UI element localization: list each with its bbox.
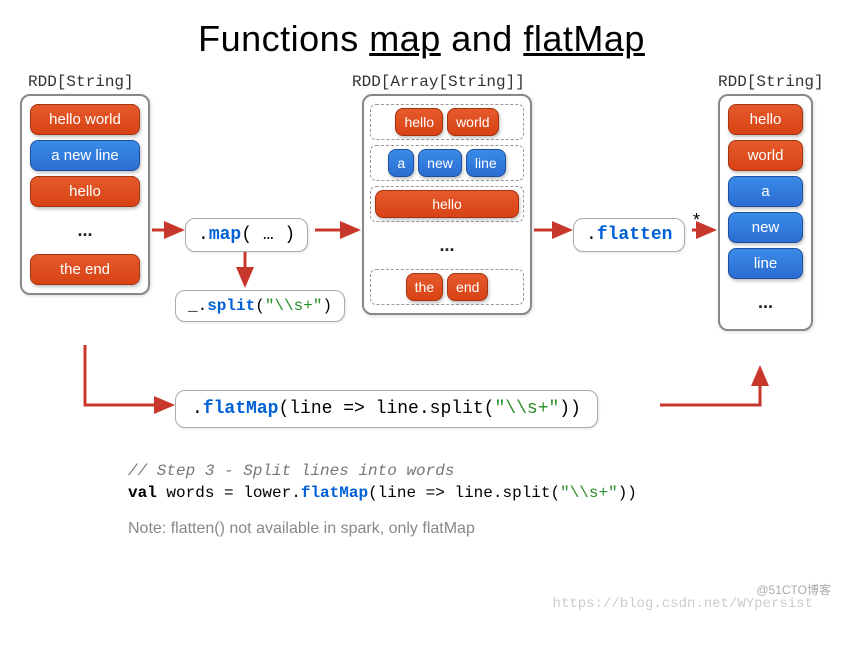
diagram-container: RDD[String] RDD[Array[String]] RDD[Strin… bbox=[0, 70, 843, 630]
code-snippet: // Step 3 - Split lines into words val w… bbox=[128, 460, 637, 505]
page-title: Functions map and flatMap bbox=[0, 18, 843, 60]
watermark-csdn: https://blog.csdn.net/WYpersist bbox=[553, 596, 813, 612]
arrows-svg bbox=[0, 70, 843, 450]
footnote: Note: flatten() not available in spark, … bbox=[128, 520, 475, 538]
